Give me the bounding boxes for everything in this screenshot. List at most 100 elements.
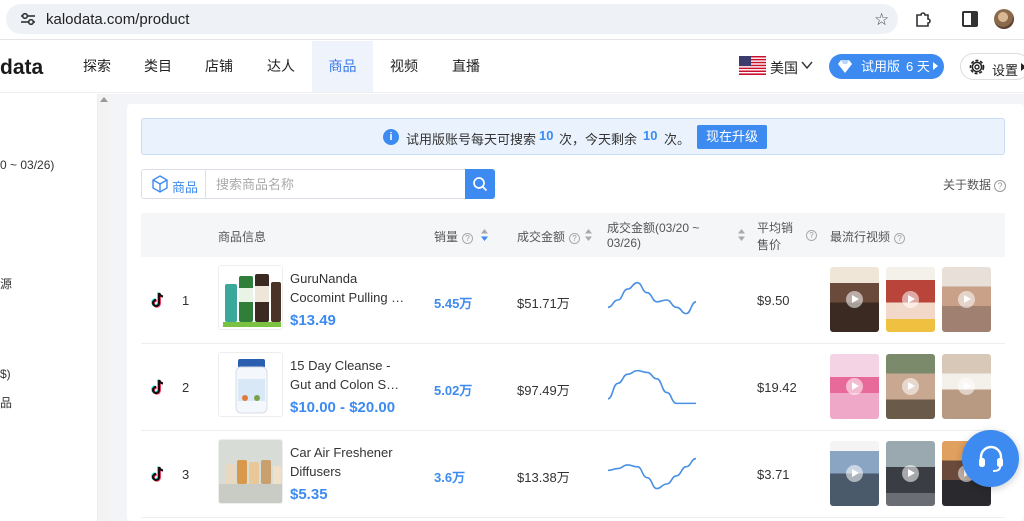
play-icon[interactable]: [902, 291, 919, 308]
product-name-line1[interactable]: 15 Day Cleanse -: [290, 356, 405, 375]
product-image[interactable]: [218, 352, 283, 417]
nav-item-product[interactable]: 商品: [312, 41, 373, 92]
sidebar-fragment[interactable]: 品: [0, 394, 12, 411]
sort-icon[interactable]: [481, 229, 488, 241]
gmv-trend-sparkline: [607, 281, 697, 315]
sparkline-path: [607, 369, 696, 405]
cube-icon: [152, 175, 168, 193]
table-row[interactable]: 2 15 Day Cleanse - Gut and Colon Support…: [141, 344, 1005, 431]
play-icon[interactable]: [902, 378, 919, 395]
notice-text: 次，今天剩余: [559, 132, 638, 147]
product-image[interactable]: [218, 439, 283, 504]
sort-icon[interactable]: [585, 229, 592, 241]
play-icon[interactable]: [846, 378, 863, 395]
product-name[interactable]: 15 Day Cleanse - Gut and Colon Support: [290, 356, 405, 394]
nav-item-creator[interactable]: 达人: [256, 41, 306, 92]
gmv-value: $97.49万: [517, 383, 570, 398]
scroll-up-icon[interactable]: [100, 97, 108, 102]
product-search: 商品: [141, 169, 495, 199]
help-circle-icon[interactable]: ?: [994, 180, 1007, 192]
product-name-line2[interactable]: Cocomint Pulling Oil: [290, 288, 405, 307]
us-flag-icon[interactable]: [739, 56, 766, 75]
product-image[interactable]: [218, 265, 283, 330]
video-thumbnail[interactable]: [886, 267, 935, 332]
about-data-label[interactable]: 关于数据: [943, 178, 991, 192]
product-name[interactable]: GuruNanda Cocomint Pulling Oil: [290, 269, 405, 307]
avg-price-value: $19.42: [757, 380, 797, 395]
about-data-link[interactable]: 关于数据?: [943, 176, 1007, 193]
url-text[interactable]: kalodata.com/product: [46, 11, 189, 28]
trial-plan-button[interactable]: 试用版 6 天: [829, 54, 944, 79]
col-sales-label: 销量: [434, 230, 459, 244]
video-thumbnail[interactable]: [942, 354, 991, 419]
video-thumbnail[interactable]: [830, 441, 879, 506]
settings-button[interactable]: 设置: [960, 53, 1024, 80]
sales-value: 3.6万: [434, 470, 466, 485]
col-product-info: 商品信息: [218, 230, 267, 244]
video-thumbnail[interactable]: [830, 354, 879, 419]
help-circle-icon[interactable]: ?: [894, 233, 906, 244]
product-name[interactable]: Car Air Freshener Diffusers: [290, 443, 405, 481]
nav-item-explore[interactable]: 探索: [72, 41, 122, 92]
sort-icon[interactable]: [738, 229, 745, 241]
customer-support-button[interactable]: [962, 430, 1019, 487]
col-avg-price-line1: 平均销: [757, 221, 794, 235]
nav-item-live[interactable]: 直播: [441, 41, 491, 92]
search-input[interactable]: [208, 171, 464, 197]
table-row[interactable]: 3 Car Air Freshener Diffusers $5.35 3.6万…: [141, 431, 1005, 518]
gmv-trend-sparkline: [607, 457, 697, 490]
play-icon[interactable]: [958, 291, 975, 308]
help-circle-icon[interactable]: ?: [806, 230, 817, 241]
site-info-icon[interactable]: [20, 12, 36, 26]
sidebar-fragment[interactable]: 0 ~ 03/26): [0, 158, 54, 172]
search-type-selector[interactable]: 商品: [142, 170, 206, 198]
product-name-line1[interactable]: Car Air Freshener: [290, 443, 405, 462]
nav-item-shop[interactable]: 店铺: [194, 41, 244, 92]
search-button[interactable]: [465, 169, 495, 199]
rank-number: 1: [182, 293, 190, 308]
headset-icon: [979, 445, 1003, 472]
star-icon[interactable]: ☆: [874, 10, 889, 30]
table-header: 商品信息 销量? 成交金额? 成交金额(03/20 ~ 03/26) 平均销 售…: [141, 213, 1005, 257]
site-logo[interactable]: data: [0, 56, 43, 80]
rank-number: 2: [182, 380, 190, 395]
trial-label: 试用版: [861, 59, 901, 74]
country-selector[interactable]: 美国: [770, 58, 798, 78]
extensions-icon[interactable]: [914, 10, 932, 28]
play-icon[interactable]: [958, 378, 975, 395]
video-thumbnail[interactable]: [886, 441, 935, 506]
settings-label: 设置: [992, 63, 1019, 78]
video-thumbnail[interactable]: [886, 354, 935, 419]
help-circle-icon[interactable]: ?: [462, 233, 474, 244]
upgrade-button[interactable]: 现在升级: [697, 125, 767, 149]
notice-count: 10: [539, 128, 554, 143]
profile-avatar[interactable]: [994, 9, 1014, 29]
table-row[interactable]: 1 GuruNanda Cocomint Pulling Oil $13.49 …: [141, 257, 1005, 344]
nav-item-category[interactable]: 类目: [133, 41, 183, 92]
gmv-trend-sparkline: [607, 369, 696, 405]
play-icon[interactable]: [846, 465, 863, 482]
avg-price-value: $9.50: [757, 293, 790, 308]
product-name-line2[interactable]: Gut and Colon Support: [290, 375, 405, 394]
sidebar-fragment[interactable]: 源: [0, 275, 12, 292]
site-navbar: data 探索 类目 店铺 达人 商品 视频 直播 美国 试用版 6 天 设置: [0, 41, 1024, 93]
product-name-line2[interactable]: Diffusers: [290, 462, 405, 481]
info-icon: i: [383, 129, 399, 145]
play-icon[interactable]: [846, 291, 863, 308]
play-icon[interactable]: [902, 465, 919, 482]
video-thumbnail[interactable]: [942, 267, 991, 332]
col-sales[interactable]: 销量?: [434, 228, 474, 245]
sidebar-fragment[interactable]: $): [0, 367, 11, 381]
sidebar-scrollbar[interactable]: [98, 94, 110, 521]
product-price: $13.49: [290, 312, 336, 329]
col-gmv-trend-line2: 03/26): [607, 236, 642, 250]
nav-item-video[interactable]: 视频: [379, 41, 429, 92]
product-name-line1[interactable]: GuruNanda: [290, 269, 405, 288]
sales-value: 5.02万: [434, 383, 473, 398]
col-gmv[interactable]: 成交金额?: [517, 228, 581, 245]
address-bar[interactable]: kalodata.com/product ☆: [6, 4, 898, 34]
help-circle-icon[interactable]: ?: [569, 233, 581, 244]
chevron-down-icon[interactable]: [801, 60, 813, 70]
side-panel-icon[interactable]: [962, 11, 978, 27]
video-thumbnail[interactable]: [830, 267, 879, 332]
